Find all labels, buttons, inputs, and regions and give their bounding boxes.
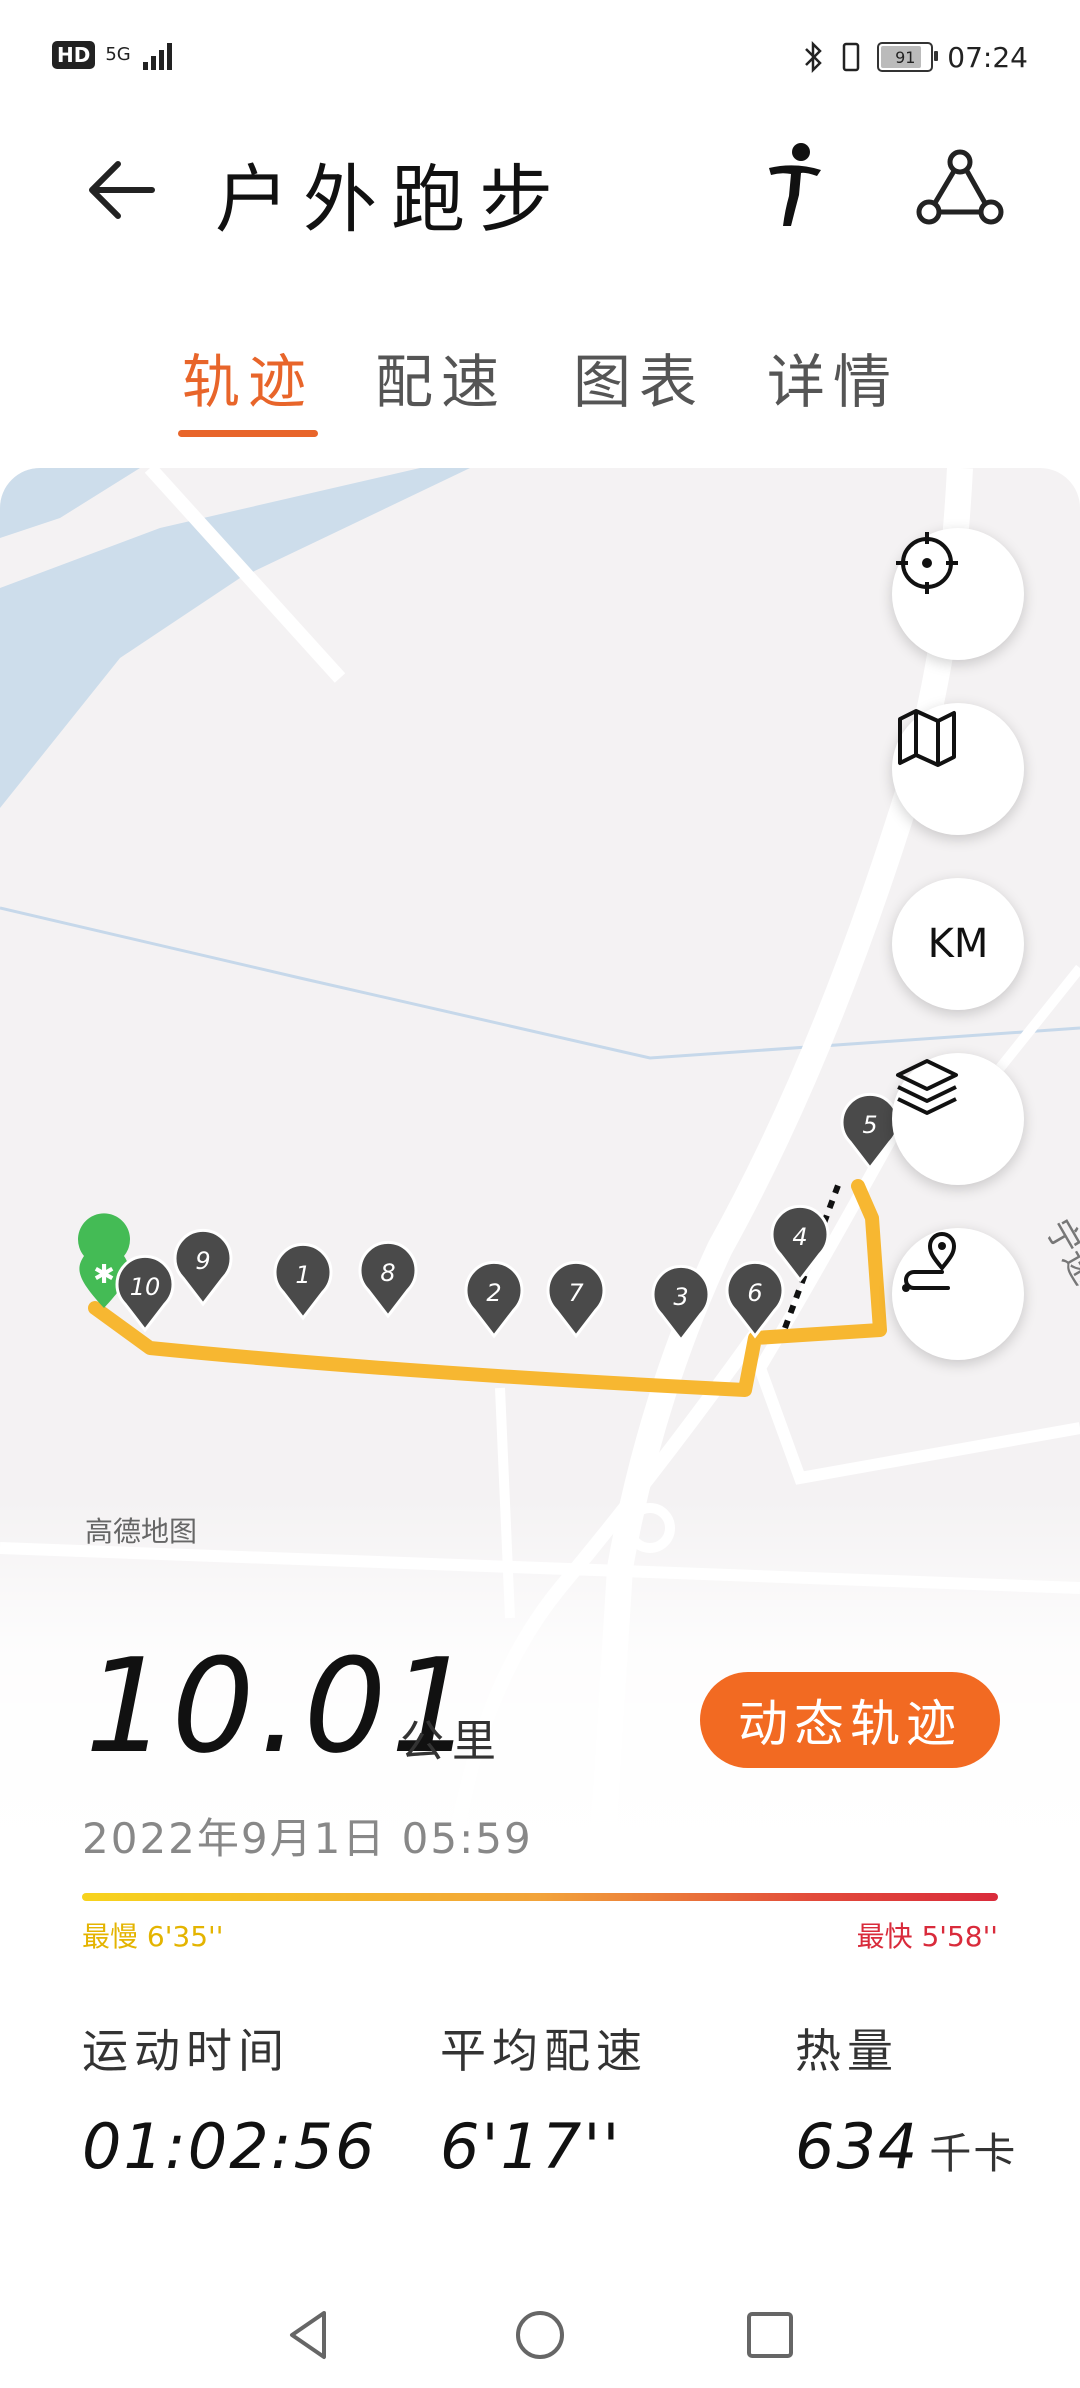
fastest-pace: 最快 5'58'' — [856, 1920, 998, 1953]
road — [996, 964, 1080, 1072]
km-marker-6: 6 — [725, 1260, 785, 1339]
status-bar: HD 5G 91 07:24 — [0, 0, 1080, 110]
river — [0, 468, 470, 808]
runner-icon[interactable] — [755, 140, 835, 230]
km-marker-label: 5 — [862, 1111, 877, 1139]
km-marker-10: 10 — [115, 1254, 175, 1333]
stat-value-avg-pace: 6'17'' — [440, 2110, 621, 2183]
locate-icon — [896, 532, 958, 594]
km-marker-label: 2 — [486, 1279, 501, 1307]
route-pin-icon — [902, 1232, 957, 1292]
km-marker-8: 8 — [358, 1240, 418, 1319]
svg-text:✱: ✱ — [93, 1260, 115, 1290]
signal-icon — [142, 43, 172, 70]
bluetooth-icon — [805, 40, 823, 74]
km-marker-label: 7 — [568, 1279, 584, 1307]
slowest-pace: 最慢 6'35'' — [82, 1920, 224, 1953]
stat-value-duration: 01:02:56 — [82, 2110, 376, 2183]
km-marker-label: 9 — [195, 1247, 210, 1275]
battery-icon: 91 — [877, 42, 939, 72]
km-marker-1: 1 — [273, 1242, 333, 1321]
calories-value: 634 — [795, 2110, 920, 2183]
km-marker-7: 7 — [546, 1260, 606, 1339]
km-toggle-button[interactable]: KM — [892, 878, 1024, 1010]
km-marker-label: 8 — [380, 1259, 395, 1287]
km-marker-label: 10 — [130, 1273, 161, 1301]
tab-bar: 轨迹 配速 图表 详情 — [0, 335, 1080, 445]
km-marker-label: 1 — [295, 1261, 310, 1289]
duration-value: 01:02:56 — [82, 2110, 377, 2183]
calories-unit: 千卡 — [929, 2129, 1018, 2178]
tab-details[interactable]: 详情 — [767, 335, 899, 419]
layers-icon — [896, 1059, 958, 1115]
map-icon — [898, 709, 956, 767]
km-marker-3: 3 — [651, 1264, 711, 1343]
battery-level: 91 — [895, 47, 916, 67]
road-label: 宁速 — [1037, 1213, 1080, 1292]
tab-pace[interactable]: 配速 — [375, 335, 507, 419]
pace-gradient-bar — [82, 1893, 998, 1901]
map-type-button[interactable] — [892, 703, 1024, 835]
stat-value-calories: 634 千卡 — [795, 2110, 1017, 2183]
status-left: HD 5G — [52, 40, 177, 70]
route-share-icon[interactable] — [915, 148, 1005, 228]
km-marker-9: 9 — [173, 1228, 233, 1307]
stat-label-avg-pace: 平均配速 — [440, 2024, 648, 2078]
distance-unit: 公里 — [400, 1716, 504, 1767]
km-marker-2: 2 — [464, 1260, 524, 1339]
vibrate-icon — [843, 42, 860, 72]
stat-label-duration: 运动时间 — [82, 2024, 290, 2078]
page-title: 户外跑步 — [215, 157, 567, 243]
status-right: 91 07:24 — [803, 40, 1028, 74]
clock: 07:24 — [947, 40, 1028, 74]
route-pin-button[interactable] — [892, 1228, 1024, 1360]
nav-home-icon[interactable] — [510, 2305, 570, 2365]
nav-recents-icon[interactable] — [740, 2305, 800, 2365]
locate-button[interactable] — [892, 528, 1024, 660]
layers-button[interactable] — [892, 1053, 1024, 1185]
avg-pace-value: 6'17'' — [440, 2110, 622, 2183]
tab-chart[interactable]: 图表 — [573, 335, 705, 419]
km-label: KM — [927, 921, 989, 967]
map-view[interactable]: ✱ 1 2 3 4 5 6 7 8 9 10 宁速 KM 高德地图 — [0, 468, 1080, 2388]
river — [0, 468, 140, 538]
km-marker-label: 6 — [747, 1279, 762, 1307]
km-marker-label: 4 — [792, 1223, 807, 1251]
map-provider-label: 高德地图 — [85, 1515, 198, 1548]
system-nav-bar — [0, 2280, 1080, 2388]
nav-back-icon[interactable] — [280, 2305, 340, 2365]
km-marker-label: 3 — [673, 1283, 688, 1311]
stat-label-calories: 热量 — [795, 2024, 899, 2078]
back-arrow-icon[interactable] — [82, 150, 162, 230]
km-marker-5: 5 — [840, 1092, 900, 1171]
dynamic-track-button[interactable]: 动态轨迹 — [700, 1672, 1000, 1768]
active-tab-indicator — [178, 430, 318, 437]
network-type: 5G — [105, 44, 131, 65]
run-datetime: 2022年9月1日 05:59 — [82, 1814, 533, 1863]
tab-track[interactable]: 轨迹 — [182, 335, 314, 419]
hd-badge: HD — [52, 41, 96, 69]
